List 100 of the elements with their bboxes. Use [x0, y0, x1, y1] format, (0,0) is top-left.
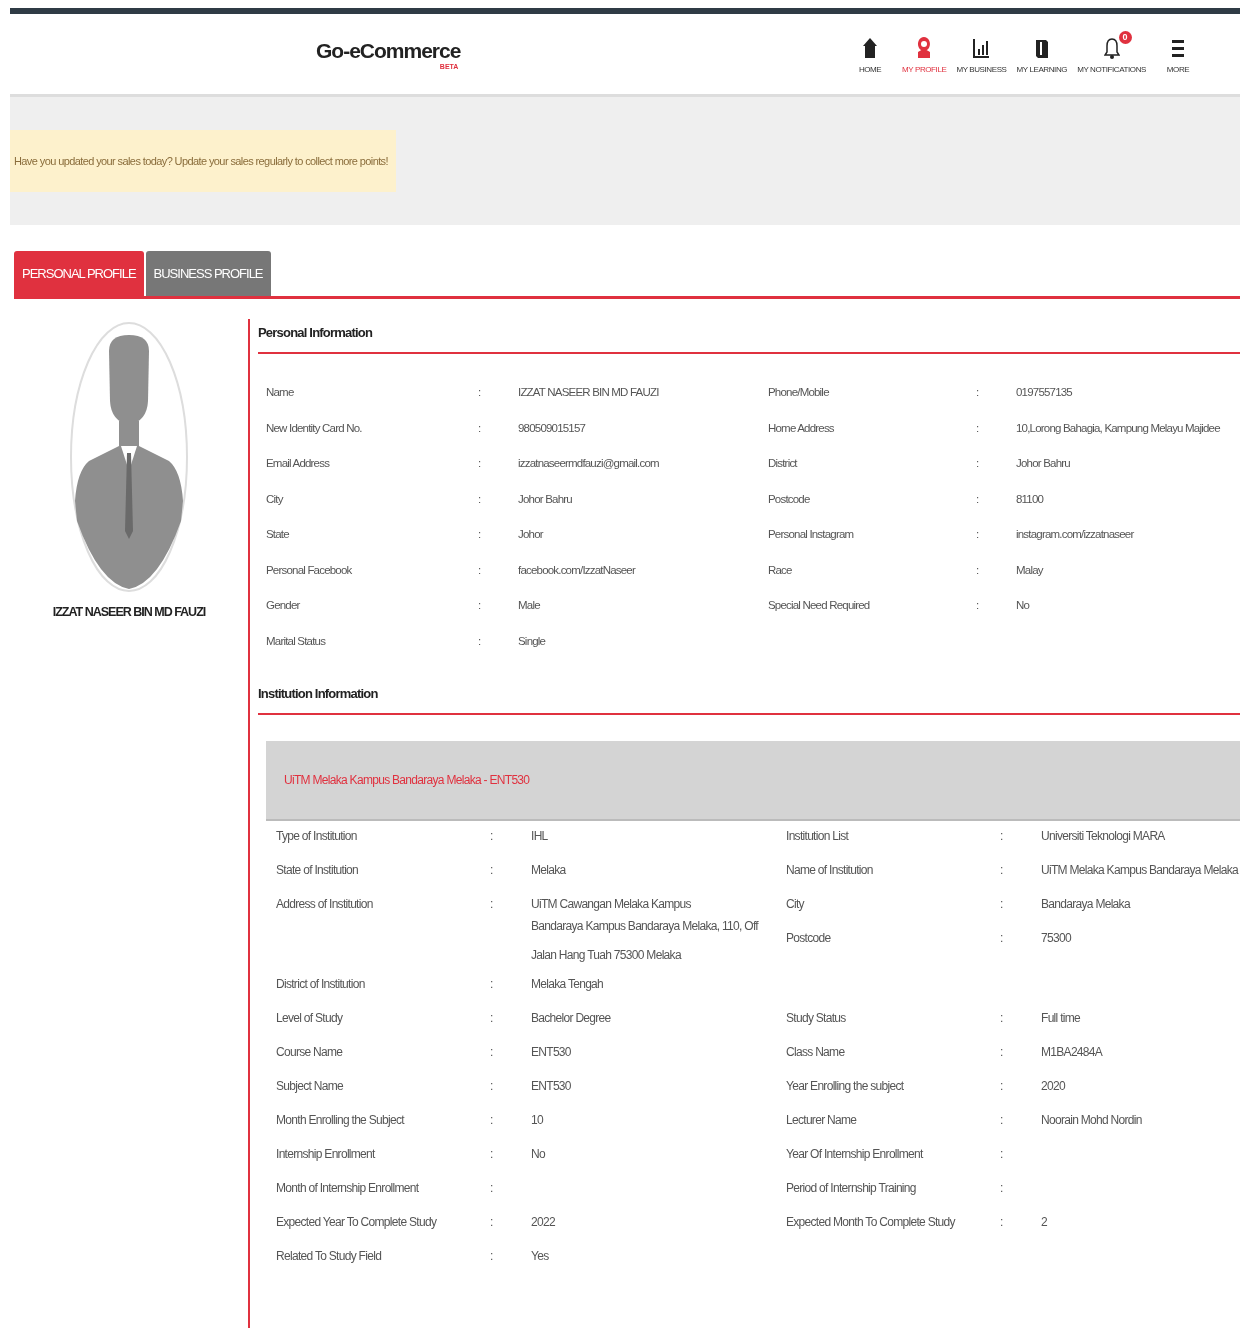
field-value: Johor Bahru	[518, 492, 573, 505]
colon: :	[1000, 1011, 1004, 1025]
colon: :	[976, 386, 980, 398]
section-title: Institution Information	[258, 686, 379, 701]
field-value: UiTM Melaka Kampus Bandaraya Melaka	[1041, 863, 1240, 877]
field-label: Type of Institution	[276, 829, 358, 843]
colon: :	[490, 977, 494, 991]
field-label: Postcode	[786, 931, 832, 945]
institution-header: UiTM Melaka Kampus Bandaraya Melaka - ENT530	[266, 741, 1240, 821]
field-value: Full time	[1041, 1011, 1082, 1025]
field-label: Phone/Mobile	[768, 386, 830, 398]
field-label: Lecturer Name	[786, 1113, 858, 1127]
field-value: Johor Bahru	[1016, 457, 1071, 469]
field-value: 10,Lorong Bahagia, Kampung Melayu Majidee	[1016, 421, 1221, 434]
field-label: District of Institution	[276, 977, 366, 991]
profile-tab[interactable]: PERSONAL PROFILE	[14, 251, 144, 296]
field-value: 10	[531, 1113, 545, 1127]
field-value: ENT530	[531, 1079, 572, 1093]
colon: :	[490, 1147, 494, 1161]
field-label: Expected Month To Complete Study	[786, 1215, 957, 1229]
colon: :	[490, 1011, 494, 1025]
field-label: Personal Instagram	[768, 528, 855, 540]
colon: :	[490, 1215, 494, 1229]
field-value: 2020	[1041, 1079, 1067, 1093]
colon: :	[1000, 1045, 1004, 1059]
field-label: Institution List	[786, 829, 850, 843]
colon: :	[1000, 829, 1004, 843]
nav-item[interactable]: MY LEARNING	[1016, 34, 1068, 74]
field-label: Expected Year To Complete Study	[276, 1215, 438, 1229]
field-value: Malay	[1016, 563, 1045, 576]
field-value: IHL	[531, 829, 549, 843]
field-label: District	[768, 457, 799, 469]
colon: :	[1000, 863, 1004, 877]
field-label: Name of Institution	[786, 863, 874, 877]
bar-chart-icon	[972, 36, 991, 59]
field-value: 0197557135	[1016, 386, 1073, 398]
nav-item[interactable]: MORE	[1156, 34, 1200, 74]
colon: :	[1000, 1113, 1004, 1127]
field-value: Bachelor Degree	[531, 1011, 612, 1025]
field-value: instagram.com/izzatnaseer	[1016, 528, 1135, 540]
colon: :	[490, 1249, 494, 1263]
field-label: Month Enrolling the Subject	[276, 1113, 406, 1127]
field-label: City	[786, 897, 806, 911]
colon: :	[1000, 1181, 1004, 1195]
field-value: Noorain Mohd Nordin	[1041, 1113, 1143, 1127]
field-value: UiTM Cawangan Melaka Kampus	[531, 897, 692, 911]
colon: :	[478, 528, 482, 540]
sales-reminder: Have you updated your sales today? Update your sales regularly to collect more points!	[10, 130, 396, 192]
field-value: Melaka Tengah	[531, 977, 605, 991]
logo[interactable]: Go-eCommerce	[316, 38, 461, 63]
colon: :	[490, 1045, 494, 1059]
colon: :	[1000, 897, 1004, 911]
field-label: Marital Status	[266, 634, 327, 647]
colon: :	[976, 528, 980, 540]
nav-item[interactable]: MY PROFILE	[902, 34, 947, 74]
colon: :	[976, 599, 980, 611]
field-label: Personal Facebook	[266, 563, 353, 576]
field-value: Male	[518, 599, 541, 611]
field-label: Year Enrolling the subject	[786, 1079, 905, 1093]
colon: :	[976, 421, 980, 434]
section-title: Personal Information	[258, 325, 374, 340]
field-label: Home Address	[768, 421, 835, 434]
field-value: Single	[518, 634, 547, 647]
colon: :	[478, 457, 482, 469]
profile-tab[interactable]: BUSINESS PROFILE	[145, 251, 271, 296]
field-value: 2022	[531, 1215, 556, 1229]
nav-item[interactable]: MY BUSINESS	[956, 34, 1007, 74]
field-label: Subject Name	[276, 1079, 344, 1093]
bell-icon	[1103, 35, 1120, 60]
colon: :	[490, 897, 494, 911]
colon: :	[1000, 1079, 1004, 1093]
colon: :	[976, 563, 980, 576]
colon: :	[1000, 1215, 1004, 1229]
nav-item[interactable]: HOME	[848, 34, 893, 74]
field-value: IZZAT NASEER BIN MD FAUZI	[518, 386, 660, 398]
person-icon	[917, 35, 932, 60]
field-value: 980509015157	[518, 421, 587, 434]
colon: :	[976, 457, 980, 469]
field-value: Yes	[531, 1249, 550, 1263]
field-label: Year Of Internship Enrollment	[786, 1147, 925, 1161]
colon: :	[1000, 931, 1004, 945]
field-value: 81100	[1016, 492, 1045, 505]
colon: :	[478, 386, 482, 398]
field-label: Email Address	[266, 457, 331, 469]
field-label: State of Institution	[276, 863, 360, 877]
field-value: Jalan Hang Tuah 75300 Melaka	[531, 948, 683, 962]
field-label: Postcode	[768, 492, 811, 505]
field-label: Internship Enrollment	[276, 1147, 377, 1161]
colon: :	[478, 421, 482, 434]
field-label: Gender	[266, 599, 301, 611]
colon: :	[478, 492, 482, 505]
field-value: 2	[1041, 1215, 1048, 1229]
field-label: City	[266, 492, 285, 505]
field-label: New Identity Card No.	[266, 421, 363, 434]
field-value: 75300	[1041, 931, 1073, 945]
colon: :	[490, 829, 494, 843]
field-value: facebook.com/IzzatNaseer	[518, 563, 637, 576]
profile-name: IZZAT NASEER BIN MD FAUZI	[52, 605, 206, 619]
field-value: No	[531, 1147, 546, 1161]
field-label: Period of Internship Training	[786, 1181, 917, 1195]
